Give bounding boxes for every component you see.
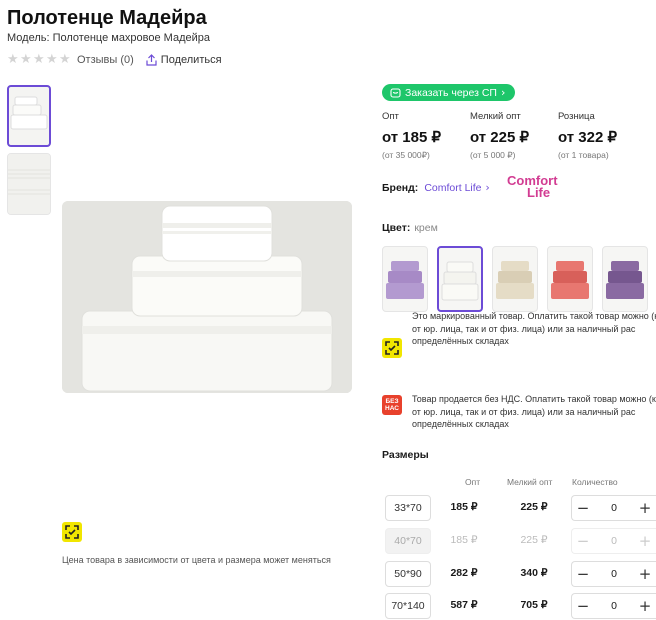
header-opt: Опт (465, 477, 481, 487)
color-row: Цвет: крем (382, 222, 438, 234)
opt-price: 185 ₽ (450, 534, 478, 546)
quantity-value[interactable]: 0 (594, 600, 634, 612)
small-opt-price: 340 ₽ (520, 567, 548, 579)
brand-link[interactable]: Comfort Life (424, 182, 481, 194)
star-icon: ★ (59, 52, 71, 67)
chevron-right-icon: › (500, 86, 506, 99)
opt-price: 185 ₽ (450, 501, 478, 513)
reviews-link[interactable]: Отзывы (0) (77, 54, 134, 66)
size-button[interactable]: 33*70 (385, 495, 431, 521)
price-tier-small-opt: Мелкий опт от 225 ₽ (от 5 000 ₽) (470, 111, 558, 161)
quantity-stepper: − 0 + (571, 495, 656, 521)
marking-icon (62, 522, 82, 542)
plus-button[interactable]: + (634, 597, 656, 615)
price-tier-value: от 225 ₽ (470, 129, 530, 146)
price-tier-label: Розница (558, 111, 595, 122)
color-swatch-coral[interactable] (547, 246, 593, 312)
brand-row: Бренд: Comfort Life › (382, 182, 490, 194)
rating-row: ★ ★ ★ ★ ★ Отзывы (0) Поделиться (7, 52, 222, 67)
chevron-right-icon: › (485, 182, 490, 194)
minus-button[interactable]: − (572, 499, 594, 517)
marking-icon (382, 338, 402, 358)
order-sp-button[interactable]: Заказать через СП › (382, 84, 516, 101)
color-swatch-purple[interactable] (602, 246, 648, 312)
star-icon: ★ (7, 52, 19, 67)
plus-button[interactable]: + (634, 565, 656, 583)
price-tier-min: (от 35 000₽) (382, 150, 430, 160)
quantity-stepper: − 0 + (571, 561, 656, 587)
quantity-stepper: − 0 + (571, 528, 656, 554)
price-tier-value: от 322 ₽ (558, 129, 618, 146)
quantity-value[interactable]: 0 (594, 535, 634, 547)
star-icon: ★ (46, 52, 58, 67)
share-icon (146, 54, 157, 66)
share-label: Поделиться (160, 54, 222, 66)
minus-button[interactable]: − (572, 597, 594, 615)
size-button[interactable]: 50*90 (385, 561, 431, 587)
minus-button[interactable]: − (572, 565, 594, 583)
price-tier-value: от 185 ₽ (382, 129, 442, 146)
star-icon: ★ (33, 52, 45, 67)
sizes-title: Размеры (382, 449, 429, 461)
price-tier-min: (от 5 000 ₽) (470, 150, 516, 160)
quantity-value[interactable]: 0 (594, 502, 634, 514)
product-title: Полотенце Мадейра (7, 7, 207, 29)
price-tier-min: (от 1 товара) (558, 150, 609, 160)
brand-logo[interactable]: Comfort Life (507, 174, 563, 205)
rating-stars: ★ ★ ★ ★ ★ (7, 52, 71, 67)
thumbnail-1[interactable] (7, 85, 51, 147)
opt-price: 587 ₽ (450, 599, 478, 611)
product-page: Полотенце Мадейра Модель: Полотенце махр… (0, 0, 656, 620)
star-icon: ★ (20, 52, 32, 67)
price-tiers: Опт от 185 ₽ (от 35 000₽) Мелкий опт от … (382, 111, 646, 161)
plus-button[interactable]: + (634, 499, 656, 517)
brand-logo-text: Life (527, 185, 551, 200)
thumbnail-2[interactable] (7, 153, 51, 215)
quantity-value[interactable]: 0 (594, 568, 634, 580)
price-tier-opt: Опт от 185 ₽ (от 35 000₽) (382, 111, 470, 161)
product-model: Модель: Полотенце махровое Мадейра (7, 32, 211, 44)
notice-text: Товар продается без НДС. Оплатить такой … (412, 394, 656, 429)
brand-label: Бренд: (382, 182, 419, 194)
color-swatches (382, 246, 648, 312)
price-tier-label: Опт (382, 111, 399, 122)
table-row: 70*140 587 ₽ 705 ₽ − 0 + (382, 593, 656, 619)
small-opt-price: 225 ₽ (520, 501, 548, 513)
small-opt-price: 225 ₽ (520, 534, 548, 546)
share-button[interactable]: Поделиться (146, 54, 222, 66)
size-button[interactable]: 70*140 (385, 593, 431, 619)
size-button[interactable]: 40*70 (385, 528, 431, 554)
minus-button[interactable]: − (572, 532, 594, 550)
color-swatch-cream[interactable] (437, 246, 483, 312)
notice-text: Это маркированный товар. Оплатить такой … (412, 311, 656, 346)
order-sp-label: Заказать через СП (405, 86, 497, 99)
quantity-stepper: − 0 + (571, 593, 656, 619)
no-vat-icon: БЕЗ НАС (382, 395, 402, 415)
table-row: 50*90 282 ₽ 340 ₽ − 0 + (382, 561, 656, 587)
header-small-opt: Мелкий опт (507, 477, 553, 487)
main-product-image[interactable] (62, 201, 352, 393)
thumbnail-gallery (7, 85, 51, 221)
opt-price: 282 ₽ (450, 567, 478, 579)
plus-button[interactable]: + (634, 532, 656, 550)
small-opt-price: 705 ₽ (520, 599, 548, 611)
price-tier-label: Мелкий опт (470, 111, 521, 122)
table-row: 33*70 185 ₽ 225 ₽ − 0 + (382, 495, 656, 521)
color-value: крем (414, 222, 438, 234)
price-note: Цена товара в зависимости от цвета и раз… (62, 555, 331, 565)
cart-icon (390, 88, 401, 98)
color-label: Цвет: (382, 222, 411, 234)
notice-marking: Это маркированный товар. Оплатить такой … (382, 310, 656, 358)
header-qty: Количество (572, 477, 618, 487)
color-swatch-lilac[interactable] (382, 246, 428, 312)
price-tier-retail: Розница от 322 ₽ (от 1 товара) (558, 111, 646, 161)
notice-no-vat: БЕЗ НАС Товар продается без НДС. Оплатит… (382, 393, 656, 431)
table-row: 40*70 185 ₽ 225 ₽ − 0 + (382, 528, 656, 554)
color-swatch-beige[interactable] (492, 246, 538, 312)
